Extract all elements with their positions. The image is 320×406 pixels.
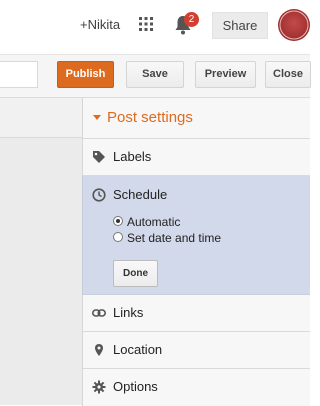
clock-icon [92,188,106,202]
user-profile-link[interactable]: +Nikita [80,17,120,32]
labels-label: Labels [113,149,152,164]
close-button[interactable]: Close [265,61,311,88]
options-label: Options [113,379,158,394]
location-label: Location [113,342,163,357]
radio-automatic-button[interactable] [113,216,123,226]
settings-item-options[interactable]: Options [82,369,310,406]
settings-item-links[interactable]: Links [82,295,310,332]
settings-item-labels[interactable]: Labels [82,139,310,176]
tag-icon [92,150,106,164]
editor-area[interactable] [0,98,82,405]
post-title-input[interactable] [0,61,38,88]
schedule-label: Schedule [113,187,168,202]
settings-item-schedule: Schedule Automatic Set date and time Don… [82,176,310,295]
editor-format-bar [0,98,82,138]
preview-button[interactable]: Preview [195,61,256,88]
gear-icon [92,380,106,394]
publish-button[interactable]: Publish [57,61,114,88]
notification-badge: 2 [184,12,199,27]
done-button[interactable]: Done [113,260,158,287]
collapse-arrow-icon [93,115,101,120]
save-button[interactable]: Save [126,61,184,88]
links-label: Links [113,305,144,320]
avatar[interactable] [278,9,310,41]
share-button[interactable]: Share [212,12,268,39]
link-icon [92,306,106,320]
location-pin-icon [92,343,106,357]
post-settings-header[interactable]: Post settings [82,98,310,139]
apps-grid-icon[interactable] [138,16,154,32]
radio-automatic-label[interactable]: Automatic [127,215,180,229]
radio-set-date-time-label[interactable]: Set date and time [127,231,221,245]
post-settings-title: Post settings [107,109,193,126]
settings-item-location[interactable]: Location [82,332,310,369]
radio-set-date-time-button[interactable] [113,232,123,242]
